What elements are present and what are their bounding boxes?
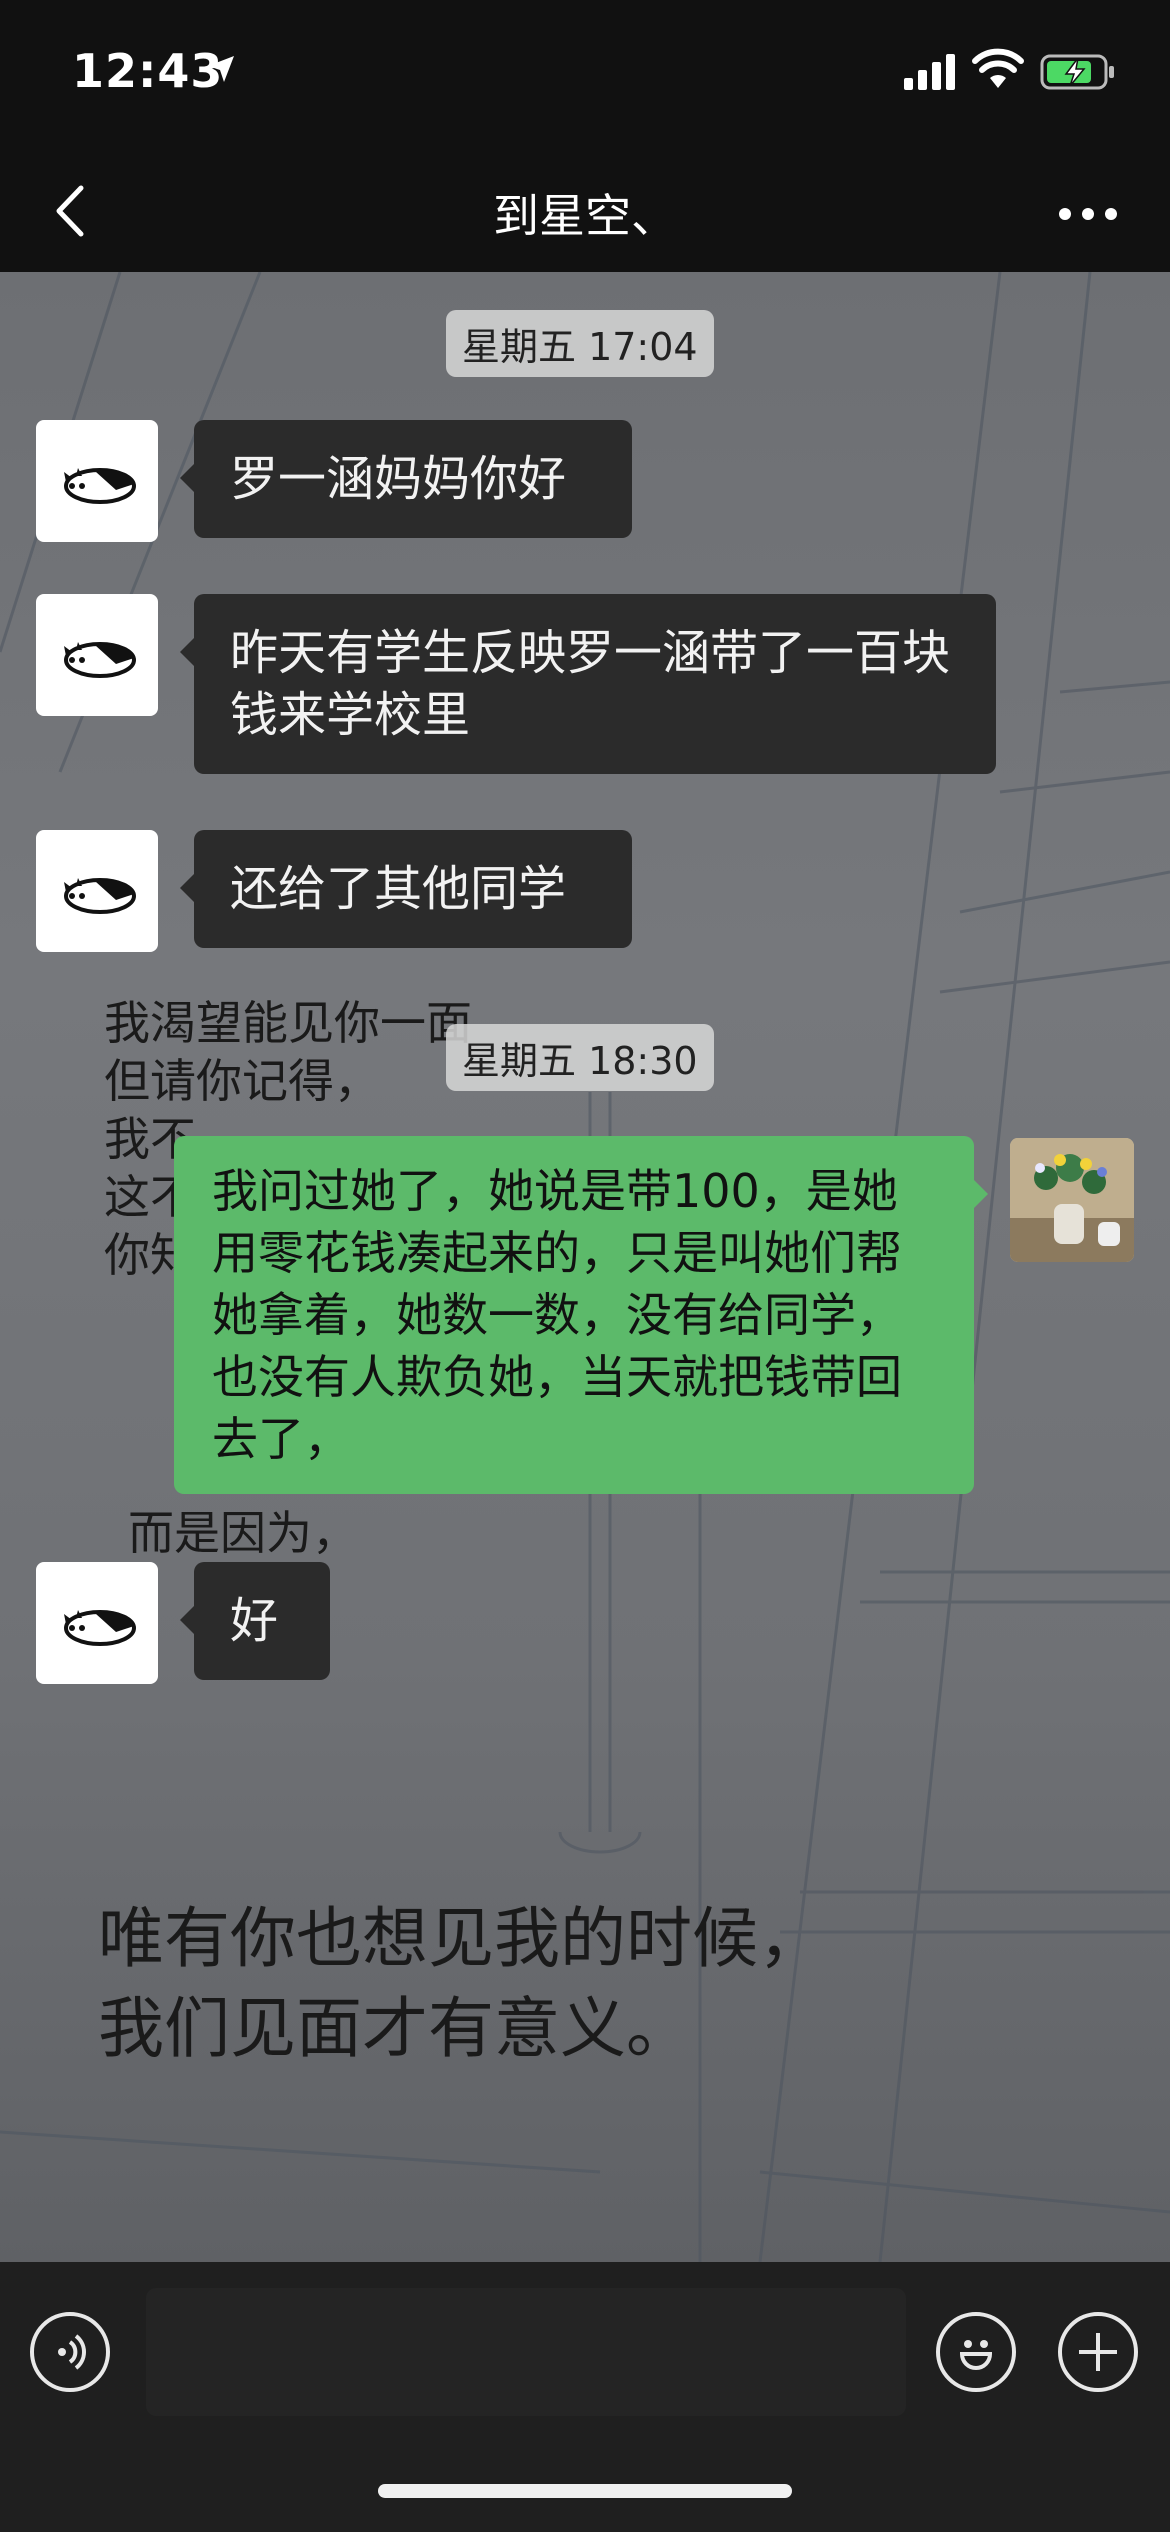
timestamp: 星期五 17:04	[446, 310, 714, 377]
message-bubble-incoming[interactable]: 罗一涵妈妈你好	[180, 420, 632, 538]
chat-area[interactable]: 星期五 17:04 罗一涵妈妈你好 昨天有学生反映罗一涵带了一百块钱来学校里 还…	[0, 272, 1170, 2262]
voice-icon	[58, 2334, 86, 2370]
home-indicator[interactable]	[378, 2484, 792, 2498]
background-poem-text: 而是因为，	[128, 1506, 358, 1560]
emoji-icon	[959, 2340, 993, 2370]
chat-title: 到星空、	[493, 189, 677, 243]
contact-avatar[interactable]	[36, 1562, 158, 1684]
cellular-signal-icon	[904, 54, 955, 90]
message-input[interactable]	[146, 2288, 906, 2416]
message-bubble-outgoing[interactable]: 我问过她了，她说是带100，是她用零花钱凑起来的，只是叫她们帮她拿着，她数一数，…	[174, 1136, 988, 1494]
flower-vase-avatar-icon	[1010, 1138, 1134, 1262]
message-text: 昨天有学生反映罗一涵带了一百块钱来学校里	[230, 625, 951, 743]
poem-line: 唯有你也想见我的时候，	[98, 1900, 824, 1977]
message-text: 罗一涵妈妈你好	[230, 451, 567, 507]
background-poem-text-large: 唯有你也想见我的时候， 我们见面才有意义。	[98, 1894, 824, 2074]
battery-charging-icon	[1040, 54, 1114, 90]
location-arrow-icon	[208, 56, 234, 82]
my-avatar[interactable]	[1010, 1138, 1134, 1262]
message-text: 还给了其他同学	[230, 861, 567, 917]
more-dots-icon	[1059, 208, 1117, 220]
cat-avatar-icon	[64, 878, 136, 914]
status-bar: 12:43	[0, 0, 1170, 150]
plus-button[interactable]	[1058, 2312, 1138, 2392]
more-button[interactable]	[1048, 184, 1128, 244]
wifi-icon	[972, 48, 1024, 88]
cat-avatar-icon	[64, 1610, 136, 1646]
message-bubble-incoming[interactable]: 还给了其他同学	[180, 830, 632, 948]
message-text: 我问过她了，她说是带100，是她用零花钱凑起来的，只是叫她们帮她拿着，她数一数，…	[212, 1164, 902, 1466]
message-text: 好	[230, 1593, 279, 1649]
contact-avatar[interactable]	[36, 420, 158, 542]
message-bubble-incoming[interactable]: 好	[180, 1562, 330, 1680]
cat-avatar-icon	[64, 642, 136, 678]
plus-icon	[1079, 2333, 1117, 2371]
poem-line: 我们见面才有意义。	[98, 1990, 692, 2067]
timestamp: 星期五 18:30	[446, 1024, 714, 1091]
voice-button[interactable]	[30, 2312, 110, 2392]
nav-bar: 到星空、	[0, 150, 1170, 272]
contact-avatar[interactable]	[36, 594, 158, 716]
emoji-button[interactable]	[936, 2312, 1016, 2392]
status-time: 12:43	[72, 44, 224, 98]
contact-avatar[interactable]	[36, 830, 158, 952]
message-bubble-incoming[interactable]: 昨天有学生反映罗一涵带了一百块钱来学校里	[180, 594, 996, 774]
cat-avatar-icon	[64, 468, 136, 504]
